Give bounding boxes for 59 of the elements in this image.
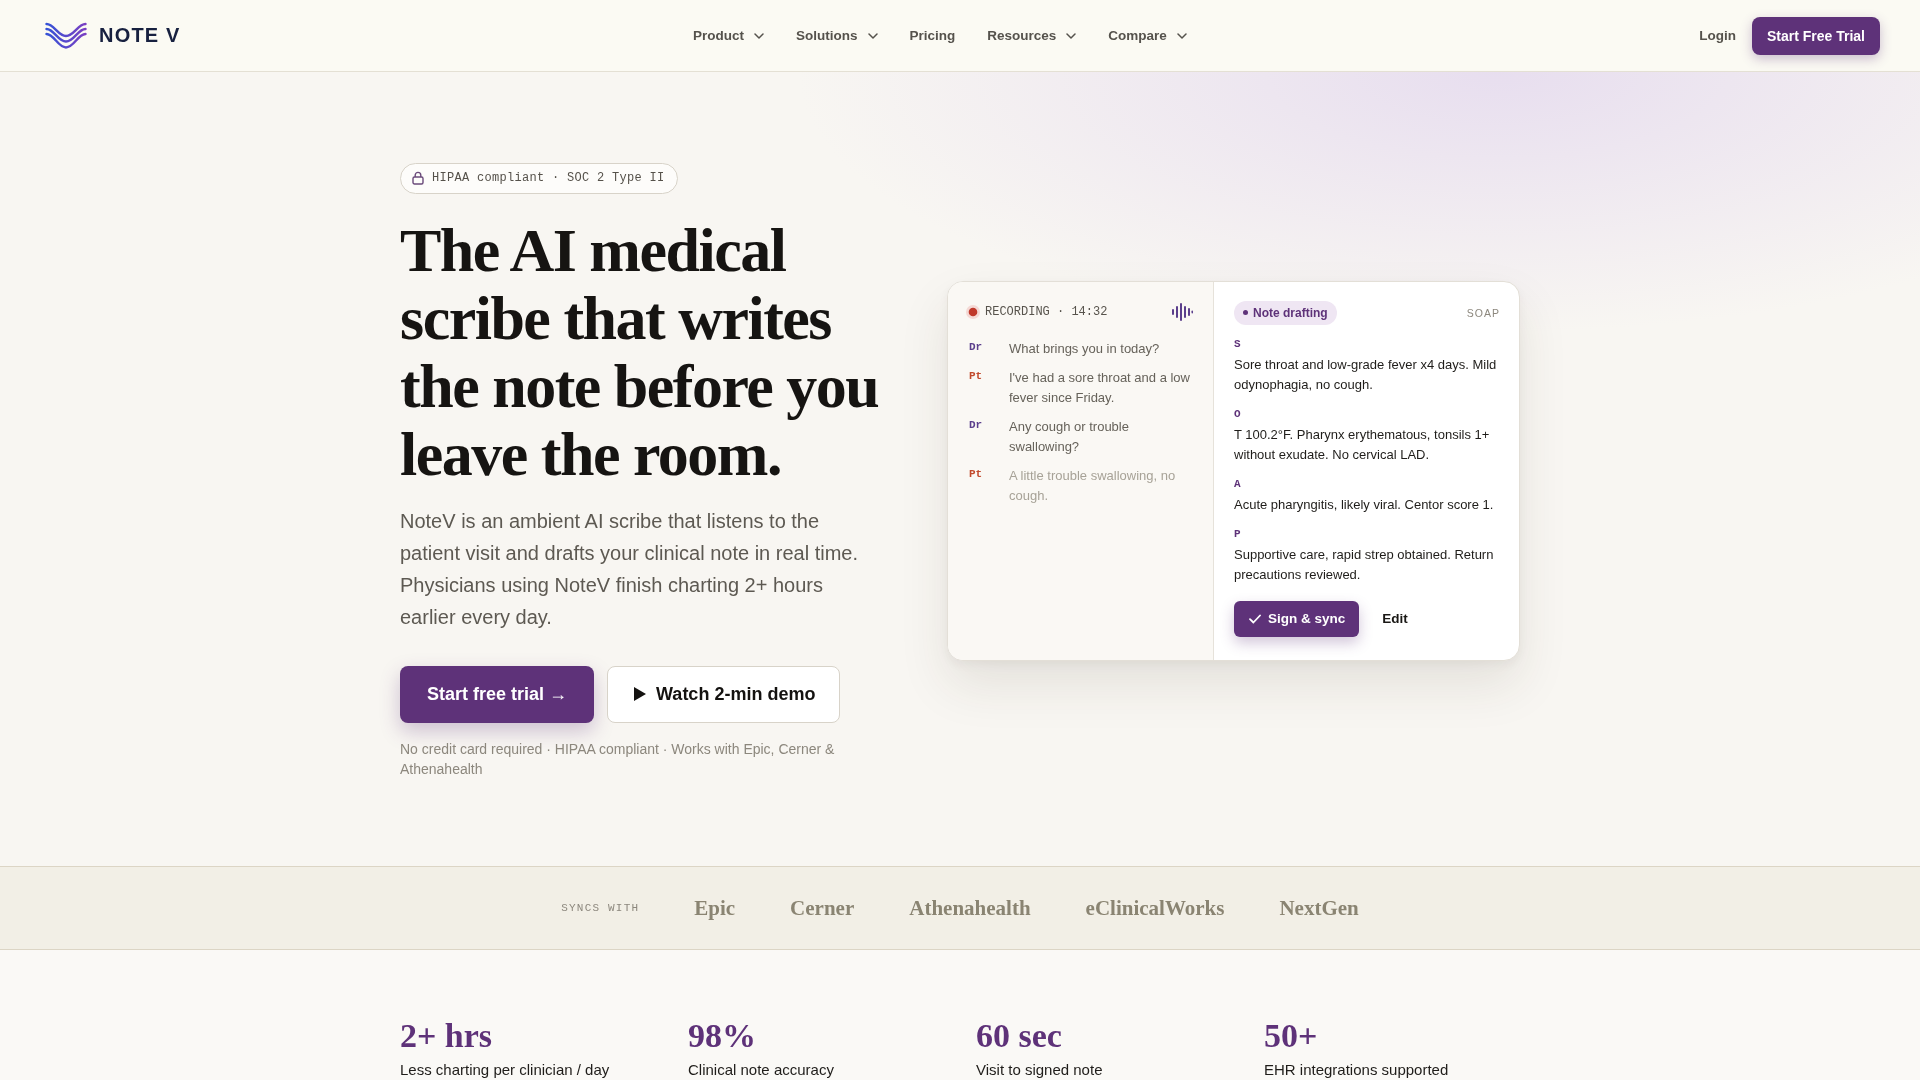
- transcript-message: I've had a sore throat and a low fever since Friday.: [1009, 368, 1191, 407]
- stat-value: 98%: [688, 1016, 757, 1056]
- hero-footnote: No credit card required · HIPAA compliant · Works with Epic, Cerner & Athenahealth: [400, 739, 836, 779]
- start-free-trial-button[interactable]: Start Free Trial: [1751, 16, 1880, 55]
- ehr-name: Cerner: [790, 895, 855, 921]
- chevron-down-icon: [1066, 32, 1077, 39]
- section-text: T 100.2°F. Pharynx erythematous, tonsils 1+ without exudate. No cervical LAD.: [1234, 425, 1491, 464]
- check-icon: [1249, 613, 1261, 624]
- section-text: Acute pharyngitis, likely viral. Centor score 1.: [1234, 495, 1495, 514]
- section-letter: P: [1234, 526, 1242, 541]
- ehr-name: Epic: [694, 895, 736, 921]
- section-letter: O: [1234, 406, 1242, 421]
- stat-label: Clinical note accuracy: [688, 1061, 835, 1079]
- chevron-down-icon: [867, 32, 878, 39]
- hero-heading: The AI medical scribe that writes the note before you leave the room.: [400, 215, 880, 488]
- compliance-text: HIPAA compliant · SOC 2 Type II: [432, 171, 665, 185]
- login-link[interactable]: Login: [1699, 28, 1736, 43]
- nav-link[interactable]: Compare: [1108, 28, 1187, 43]
- transcript-message: Any cough or trouble swallowing?: [1009, 417, 1130, 456]
- stat-label: EHR integrations supported: [1264, 1061, 1450, 1079]
- nav-link[interactable]: Product: [693, 28, 764, 43]
- nav-link[interactable]: Resources: [987, 28, 1077, 43]
- ehr-name: Athenahealth: [909, 895, 1031, 921]
- chevron-down-icon: [754, 32, 764, 39]
- speaker-tag: Dr: [969, 416, 1009, 457]
- status-label: Note drafting: [1253, 305, 1328, 320]
- edit-button[interactable]: Edit: [1378, 607, 1412, 630]
- ehr-name: NextGen: [1279, 895, 1359, 921]
- stat-label: Visit to signed note: [976, 1061, 1104, 1079]
- recording-status: RECORDING · 14:32: [985, 304, 1108, 319]
- ehr-name: eClinicalWorks: [1085, 895, 1225, 921]
- start-free-trial-button[interactable]: Start free trial →: [400, 665, 595, 723]
- watch-demo-button[interactable]: Watch 2-min demo: [607, 665, 841, 723]
- speaker-tag: Dr: [969, 338, 1009, 359]
- lock-icon: [412, 171, 424, 185]
- status-dot-icon: [1243, 310, 1248, 315]
- sign-and-sync-button[interactable]: Sign & sync: [1234, 600, 1360, 637]
- stat-value: 60 sec: [976, 1016, 1063, 1056]
- logo-icon[interactable]: [45, 21, 87, 50]
- speaker-tag: Pt: [969, 465, 1009, 506]
- waveform-icon: [1172, 302, 1193, 321]
- section-text: Supportive care, rapid strep obtained. Return precautions reviewed.: [1234, 545, 1495, 584]
- nav-link[interactable]: Pricing: [909, 28, 956, 43]
- stat-value: 2+ hrs: [400, 1016, 494, 1056]
- nav-link[interactable]: Solutions: [796, 28, 878, 43]
- transcript-message: What brings you in today?: [1009, 339, 1161, 358]
- note-format-label: SOAP: [1466, 306, 1500, 319]
- hero-description: NoteV is an ambient AI scribe that listens to the patient visit and drafts your clinical note in real time. Physicians using NoteV finish charting 2+ hours earlier every day.: [400, 508, 859, 630]
- section-letter: A: [1234, 476, 1242, 491]
- stat-label: Less charting per clinician / day: [400, 1061, 611, 1079]
- transcript-message: A little trouble swallowing, no cough.: [1009, 466, 1177, 505]
- play-icon: [634, 687, 647, 701]
- chevron-down-icon: [1176, 32, 1187, 39]
- section-text: Sore throat and low-grade fever x4 days. Mild odynophagia, no cough.: [1234, 355, 1498, 394]
- speaker-tag: Pt: [969, 367, 1009, 408]
- stat-value: 50+: [1264, 1016, 1319, 1056]
- syncs-with-label: SYNCS WITH: [561, 902, 640, 914]
- section-letter: S: [1234, 336, 1242, 351]
- brand-name[interactable]: NOTE V: [99, 24, 181, 47]
